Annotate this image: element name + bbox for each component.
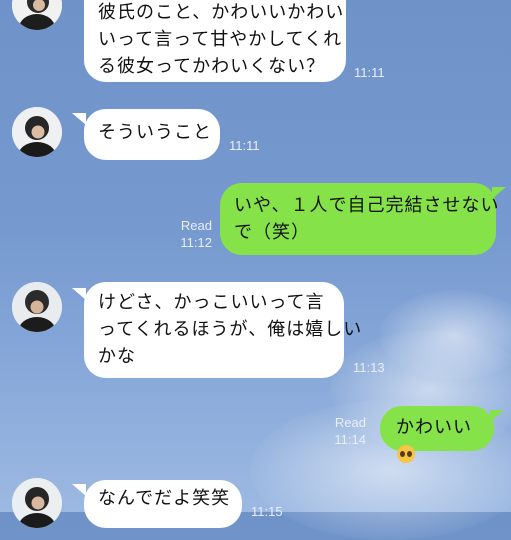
message-timestamp: 11:11 — [354, 65, 385, 80]
message-row: Read 11:12 いや、１人で自己完結させない で（笑） — [0, 180, 511, 255]
read-receipt: Read — [334, 415, 366, 430]
bubble-tail — [72, 113, 86, 125]
avatar[interactable] — [12, 478, 62, 528]
message-row: そういうこと 11:11 — [0, 105, 511, 160]
message-bubble[interactable]: けどさ、かっこいいって言 ってくれるほうが、俺は嬉しい かな — [84, 282, 363, 378]
bubble-tail — [72, 484, 86, 496]
message-timestamp: 11:11 — [229, 138, 260, 153]
bubble-tail — [492, 187, 506, 199]
message-bubble[interactable]: なんでだよ笑笑 — [84, 480, 242, 528]
avatar[interactable] — [12, 107, 62, 157]
message-timestamp: 11:15 — [251, 504, 283, 519]
message-bubble[interactable]: かわいい — [380, 406, 494, 463]
message-row: Read 11:14 かわいい — [0, 405, 511, 463]
message-bubble[interactable]: 彼氏のこと、かわいいかわい いって言って甘やかしてくれ る彼女ってかわいくない？ — [84, 0, 346, 82]
message-line: けどさ、かっこいいって言 — [98, 292, 325, 313]
message-line: る彼女ってかわいくない？ — [98, 56, 326, 77]
message-timestamp: 11:12 — [180, 235, 212, 250]
message-row: なんでだよ笑笑 11:15 — [0, 474, 511, 534]
bubble-tail — [490, 410, 504, 422]
message-row: けどさ、かっこいいって言 ってくれるほうが、俺は嬉しい かな 11:13 — [0, 280, 511, 380]
avatar[interactable] — [12, 282, 62, 332]
message-row: 彼氏のこと、かわいいかわい いって言って甘やかしてくれ る彼女ってかわいくない？… — [0, 0, 511, 90]
message-line: 彼氏のこと、かわいいかわい — [98, 2, 345, 23]
message-line: なんでだよ笑笑 — [98, 488, 231, 509]
message-line: で（笑） — [234, 222, 310, 243]
message-line: ってくれるほうが、俺は嬉しい — [98, 319, 363, 340]
message-line: かわいい — [396, 417, 472, 438]
message-bubble[interactable]: そういうこと — [84, 109, 220, 160]
message-timestamp: 11:13 — [353, 360, 385, 375]
message-bubble[interactable]: いや、１人で自己完結させない で（笑） — [220, 183, 500, 255]
pleading-face-icon — [397, 445, 415, 463]
message-timestamp: 11:14 — [334, 432, 366, 447]
message-line: そういうこと — [98, 122, 212, 143]
read-receipt: Read — [180, 218, 212, 233]
message-line: いや、１人で自己完結させない — [234, 195, 500, 216]
message-line: いって言って甘やかしてくれ — [98, 29, 343, 50]
avatar[interactable] — [12, 0, 62, 30]
message-line: かな — [98, 346, 136, 367]
